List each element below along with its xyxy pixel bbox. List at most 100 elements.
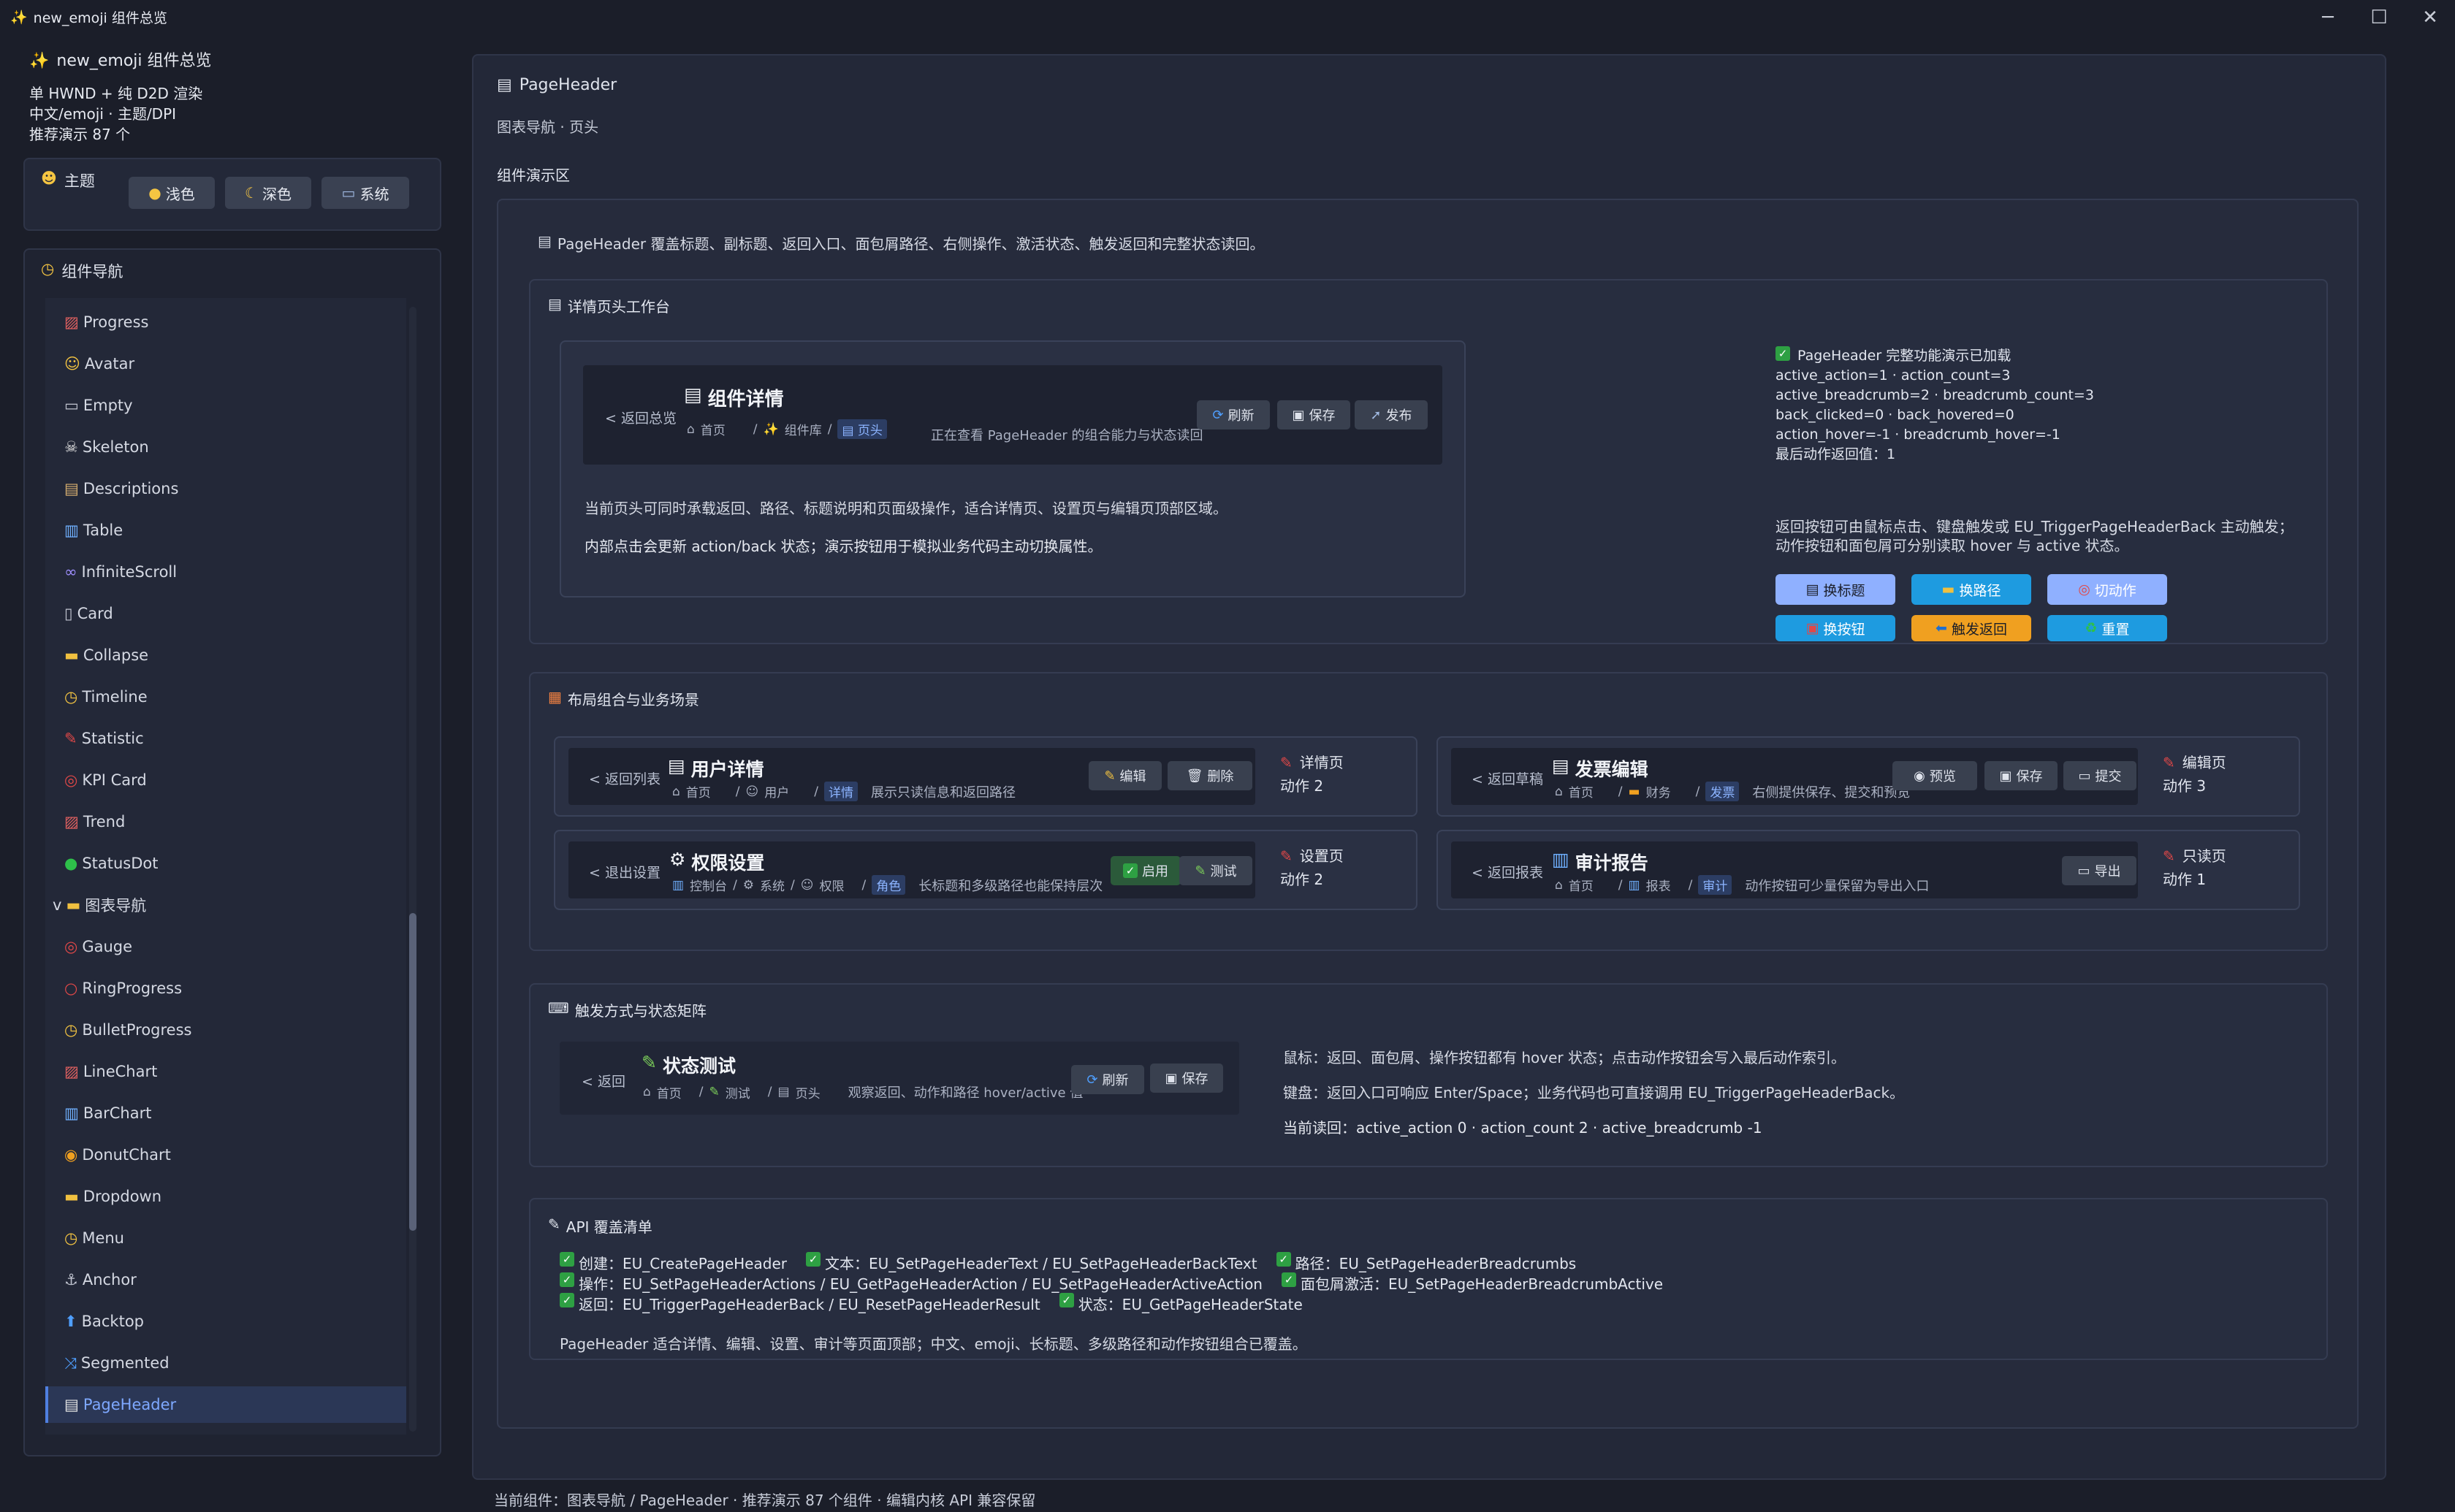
crumb-active[interactable]: 审计 xyxy=(1698,875,1732,895)
nav-item-ringprogress[interactable]: ○ RingProgress xyxy=(45,970,406,1007)
maximize-button[interactable]: ☐ xyxy=(2350,3,2408,32)
crumb[interactable]: 控制台 xyxy=(690,876,727,894)
theme-dark-button[interactable]: ☾ 深色 xyxy=(225,177,311,209)
nav-item-anchor[interactable]: ⚓ Anchor xyxy=(45,1261,406,1298)
crumb[interactable]: 首页 xyxy=(686,782,711,801)
submit-button[interactable]: ▭ 提交 xyxy=(2063,761,2136,790)
crumb-active[interactable]: ▤ 页头 xyxy=(837,419,887,439)
api-item: 操作：EU_SetPageHeaderActions / EU_GetPageH… xyxy=(579,1275,1263,1293)
nav-item-statistic[interactable]: ✎ Statistic xyxy=(45,720,406,757)
crumb[interactable]: 首页 xyxy=(1569,782,1594,801)
publish-button[interactable]: ➚ 发布 xyxy=(1355,400,1428,429)
refresh-icon: ⟳ xyxy=(1212,407,1224,423)
back-button[interactable]: < 返回草稿 xyxy=(1472,768,1543,788)
nav-label: Card xyxy=(77,605,113,622)
nav-item-backtop[interactable]: ⬆ Backtop xyxy=(45,1303,406,1340)
nav-item-menu[interactable]: ◷ Menu xyxy=(45,1220,406,1256)
nav-item-pageheader[interactable]: ▤ PageHeader xyxy=(45,1386,406,1423)
pin-icon: ✎ xyxy=(2163,754,2175,771)
nav-item-bulletprogress[interactable]: ◷ BulletProgress xyxy=(45,1012,406,1048)
crumb[interactable]: 系统 xyxy=(760,876,785,894)
crumb-home[interactable]: 首页 xyxy=(701,420,726,438)
nav-scrollbar-thumb[interactable] xyxy=(409,913,416,1231)
close-button[interactable]: ✕ xyxy=(2401,3,2455,32)
header-title: ⚙ 权限设置 xyxy=(669,849,764,875)
refresh-icon: ⟳ xyxy=(1086,1072,1098,1088)
crumb[interactable]: 用户 xyxy=(764,782,789,801)
nav-item-empty[interactable]: ▭ Empty xyxy=(45,387,406,424)
nav-label: PageHeader xyxy=(83,1396,177,1413)
refresh-button[interactable]: ⟳ 刷新 xyxy=(1071,1065,1144,1094)
crumb-active[interactable]: 发票 xyxy=(1705,782,1740,801)
nav-item-card[interactable]: ▯ Card xyxy=(45,595,406,632)
nav-item-linechart[interactable]: ▨ LineChart xyxy=(45,1053,406,1090)
enable-button[interactable]: ✓ 启用 xyxy=(1111,856,1181,885)
nav-item-donutchart[interactable]: ◉ DonutChart xyxy=(45,1137,406,1173)
crumb-library[interactable]: 组件库 xyxy=(785,420,822,438)
nav-item-segmented[interactable]: ⤨ Segmented xyxy=(45,1345,406,1381)
test-button[interactable]: ✎ 测试 xyxy=(1179,856,1252,885)
nav-scrollbar-track[interactable] xyxy=(409,307,416,1432)
back-button[interactable]: < 返回总览 xyxy=(605,408,677,427)
nav-item-descriptions[interactable]: ▤ Descriptions xyxy=(45,470,406,507)
crumb[interactable]: 报表 xyxy=(1646,876,1671,894)
nav-item-trend[interactable]: ▨ Trend xyxy=(45,803,406,840)
theme-system-button[interactable]: ▭ 系统 xyxy=(321,177,409,209)
page-icon: ▤ xyxy=(548,295,562,313)
nav-item-avatar[interactable]: ☺ Avatar xyxy=(45,345,406,382)
scenario-count: 动作 2 xyxy=(1280,777,1324,795)
reset-button[interactable]: ♻ 重置 xyxy=(2047,615,2167,641)
bar-chart-icon: ▥ xyxy=(64,1104,79,1122)
crumb[interactable]: 首页 xyxy=(1569,876,1594,894)
back-button[interactable]: < 返回报表 xyxy=(1472,862,1543,882)
crumb[interactable]: 测试 xyxy=(726,1083,750,1101)
pill-label: 触发返回 xyxy=(1951,621,2007,638)
crumb[interactable]: 首页 xyxy=(657,1083,682,1101)
nav-item-dropdown[interactable]: ▬ Dropdown xyxy=(45,1178,406,1215)
header-subtitle: 动作按钮可少量保留为导出入口 xyxy=(1745,878,1930,894)
preview-button[interactable]: ◉ 预览 xyxy=(1892,761,1977,790)
crumb-active[interactable]: 角色 xyxy=(872,875,906,895)
save-label: 保存 xyxy=(2016,769,2043,784)
save-button[interactable]: ▣ 保存 xyxy=(1150,1064,1223,1093)
theme-light-button[interactable]: ● 浅色 xyxy=(129,177,215,209)
crumb-active[interactable]: 详情 xyxy=(824,782,858,801)
line-chart-icon: ▨ xyxy=(64,1063,79,1080)
nav-group-chart-nav[interactable]: v ▬ 图表导航 xyxy=(45,887,406,923)
export-button[interactable]: ▭ 导出 xyxy=(2062,856,2136,885)
page-icon: ▤ xyxy=(64,1396,79,1413)
nav-item-table[interactable]: ▥ Table xyxy=(45,512,406,549)
back-button[interactable]: < 返回列表 xyxy=(589,768,661,788)
switch-action-button[interactable]: ◎ 切动作 xyxy=(2047,574,2167,605)
nav-label: Backtop xyxy=(81,1313,145,1330)
change-path-button[interactable]: ▬ 换路径 xyxy=(1911,574,2031,605)
save-button[interactable]: ▣ 保存 xyxy=(1984,761,2058,790)
nav-label: Empty xyxy=(83,397,133,414)
nav-item-statusdot[interactable]: ● StatusDot xyxy=(45,845,406,882)
nav-item-timeline[interactable]: ◷ Timeline xyxy=(45,679,406,715)
green-dot-icon: ● xyxy=(64,855,78,872)
nav-item-gauge[interactable]: ◎ Gauge xyxy=(45,928,406,965)
change-buttons-button[interactable]: ▣ 换按钮 xyxy=(1775,615,1895,641)
check-icon: ✓ xyxy=(1775,346,1790,361)
change-title-button[interactable]: ▤ 换标题 xyxy=(1775,574,1895,605)
nav-item-progress[interactable]: ▨ Progress xyxy=(45,304,406,340)
nav-item-skeleton[interactable]: ☠ Skeleton xyxy=(45,429,406,465)
nav-item-kpi-card[interactable]: ◎ KPI Card xyxy=(45,762,406,798)
nav-item-barchart[interactable]: ▥ BarChart xyxy=(45,1095,406,1131)
trigger-back-button[interactable]: ⬅ 触发返回 xyxy=(1911,615,2031,641)
back-button[interactable]: < 返回 xyxy=(582,1071,625,1091)
crumb[interactable]: 财务 xyxy=(1646,782,1671,801)
donut-icon: ◉ xyxy=(64,1146,78,1164)
crumb[interactable]: 权限 xyxy=(820,876,845,894)
save-button[interactable]: ▣ 保存 xyxy=(1277,400,1350,429)
delete-button[interactable]: 🗑 删除 xyxy=(1168,761,1252,790)
back-button[interactable]: < 退出设置 xyxy=(589,862,661,882)
minimize-button[interactable]: ─ xyxy=(2299,3,2357,32)
nav-item-collapse[interactable]: ▬ Collapse xyxy=(45,637,406,673)
crumb[interactable]: 页头 xyxy=(796,1083,821,1101)
submit-label: 提交 xyxy=(2095,769,2122,784)
nav-item-infinitescroll[interactable]: ∞ InfiniteScroll xyxy=(45,554,406,590)
edit-button[interactable]: ✎ 编辑 xyxy=(1089,761,1162,790)
refresh-button[interactable]: ⟳ 刷新 xyxy=(1197,400,1270,429)
